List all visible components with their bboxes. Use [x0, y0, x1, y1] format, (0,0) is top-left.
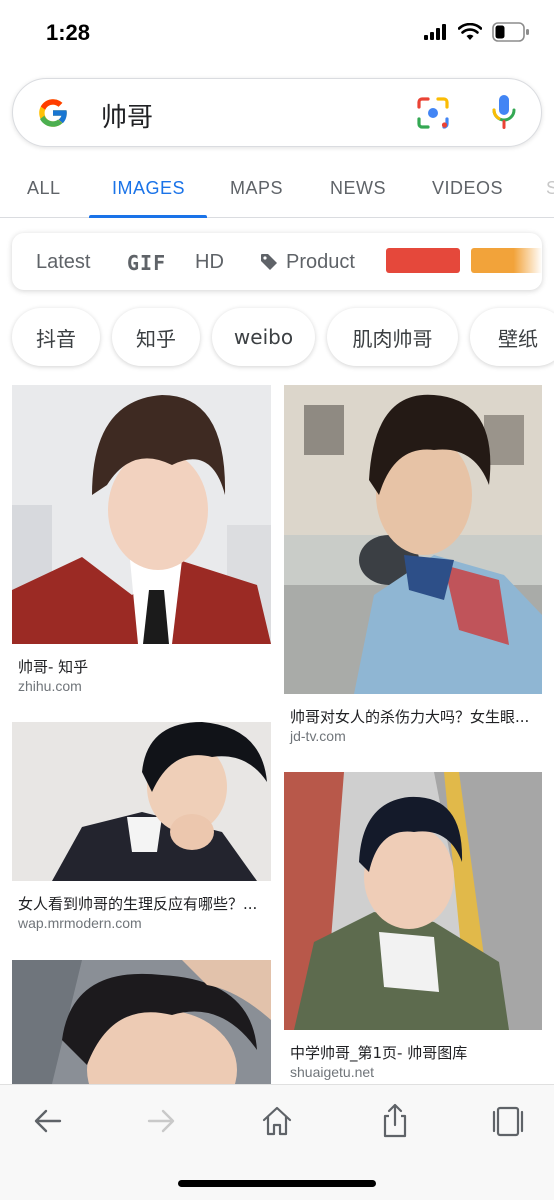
- search-input[interactable]: 帅哥: [101, 97, 153, 134]
- chip-douyin[interactable]: 抖音: [12, 308, 100, 366]
- result-source: zhihu.com: [18, 678, 82, 694]
- chip-wallpaper[interactable]: 壁纸: [470, 308, 554, 366]
- image-result-1[interactable]: 帅哥- 知乎 zhihu.com: [12, 385, 271, 700]
- result-thumbnail[interactable]: [12, 722, 271, 881]
- active-tab-indicator: [89, 215, 207, 218]
- tab-all[interactable]: ALL: [27, 178, 61, 199]
- microphone-icon[interactable]: [491, 93, 517, 133]
- result-source: jd-tv.com: [290, 728, 346, 744]
- result-title[interactable]: 女人看到帅哥的生理反应有哪些？...: [18, 893, 266, 914]
- result-thumbnail[interactable]: [284, 772, 542, 1030]
- battery-icon: [492, 22, 529, 42]
- result-thumbnail[interactable]: [12, 385, 271, 644]
- home-icon[interactable]: [259, 1103, 295, 1139]
- back-arrow-icon[interactable]: [30, 1103, 66, 1139]
- result-source: shuaigetu.net: [290, 1064, 375, 1080]
- image-result-5[interactable]: [12, 960, 271, 1084]
- result-title[interactable]: 帅哥- 知乎: [18, 656, 266, 677]
- search-box[interactable]: 帅哥: [12, 78, 542, 147]
- result-thumbnail[interactable]: [12, 960, 271, 1084]
- filter-product[interactable]: Product: [286, 251, 355, 274]
- color-filter-orange[interactable]: [471, 248, 542, 273]
- home-indicator: [178, 1180, 376, 1187]
- status-time: 1:28: [46, 20, 91, 45]
- image-result-2[interactable]: 帅哥对女人的杀伤力大吗？女生眼... jd-tv.com: [284, 385, 542, 750]
- image-result-3[interactable]: 女人看到帅哥的生理反应有哪些？... wap.mrmodern.com: [12, 722, 271, 934]
- tabs-icon[interactable]: [490, 1103, 526, 1139]
- chip-weibo[interactable]: weibo: [212, 308, 315, 366]
- image-filter-bar: Latest GIF HD Product: [12, 233, 542, 290]
- result-title[interactable]: 中学帅哥_第1页- 帅哥图库: [290, 1042, 536, 1063]
- result-source: wap.mrmodern.com: [18, 915, 142, 931]
- tab-maps[interactable]: MAPS: [230, 178, 283, 199]
- forward-arrow-icon[interactable]: [143, 1103, 179, 1139]
- color-filter-red[interactable]: [386, 248, 460, 273]
- tab-videos[interactable]: VIDEOS: [432, 178, 503, 199]
- result-thumbnail[interactable]: [284, 385, 542, 694]
- cellular-signal-icon: [424, 24, 446, 40]
- tag-icon: [261, 254, 277, 270]
- status-icons: [424, 22, 530, 42]
- filter-hd[interactable]: HD: [195, 251, 224, 274]
- google-logo-icon: [39, 99, 68, 127]
- filter-gif[interactable]: GIF: [127, 251, 166, 275]
- chip-muscle-handsome[interactable]: 肌肉帅哥: [327, 308, 458, 366]
- tab-news[interactable]: NEWS: [330, 178, 386, 199]
- tab-more-cutoff: S: [546, 178, 554, 198]
- search-tabs: ALL IMAGES MAPS NEWS VIDEOS S: [0, 160, 554, 218]
- tab-images[interactable]: IMAGES: [112, 178, 185, 199]
- filter-latest[interactable]: Latest: [36, 251, 90, 274]
- chip-zhihu[interactable]: 知乎: [112, 308, 200, 366]
- image-result-4[interactable]: 中学帅哥_第1页- 帅哥图库 shuaigetu.net: [284, 772, 542, 1084]
- google-lens-icon[interactable]: [415, 95, 451, 131]
- result-title[interactable]: 帅哥对女人的杀伤力大吗？女生眼...: [290, 706, 536, 727]
- share-icon[interactable]: [377, 1103, 413, 1139]
- status-bar: 1:28: [0, 0, 554, 68]
- wifi-icon: [458, 23, 482, 40]
